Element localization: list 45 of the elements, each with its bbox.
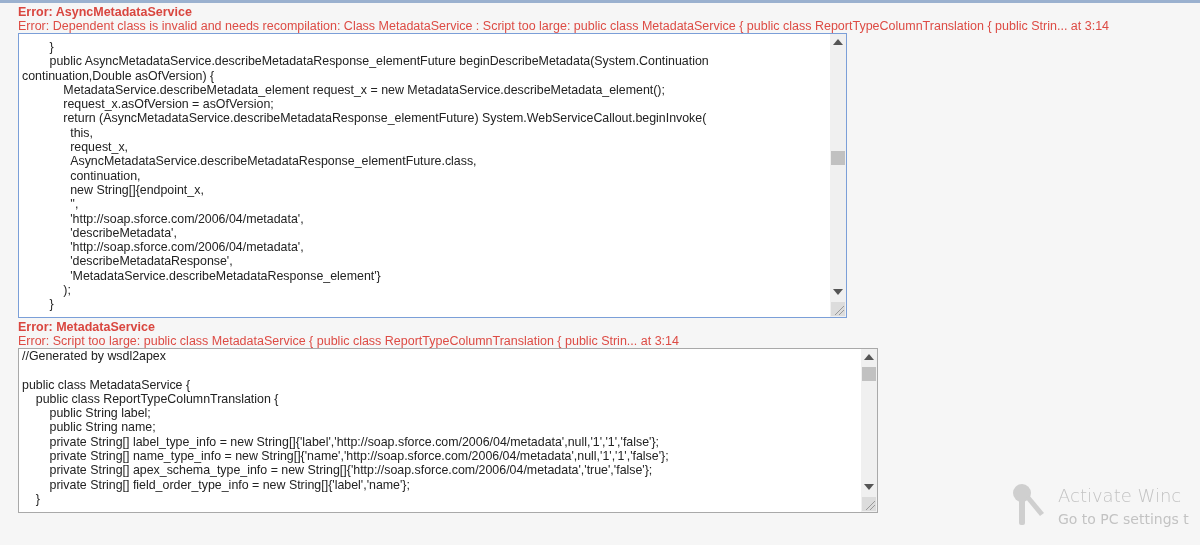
code-line: ); <box>62 283 72 298</box>
code-line: private String[] apex_schema_type_info = new String[]{'http://soap.sforce.com/2006/04/metadata','true','false'}; <box>48 463 654 478</box>
code-line: private String[] field_order_type_info = new String[]{'label','name'}; <box>48 477 411 492</box>
code-line: } <box>34 491 41 507</box>
scroll-down-icon[interactable] <box>833 289 843 295</box>
code-line: continuation,Double asOfVersion) { <box>22 68 216 83</box>
scroll-thumb[interactable] <box>831 151 845 165</box>
code-line: AsyncMetadataService.describeMetadataResponse_elementFuture.class, <box>69 154 478 169</box>
scroll-down-icon[interactable] <box>864 484 874 490</box>
code-line: public String name; <box>48 420 157 435</box>
code-line: 'http://soap.sforce.com/2006/04/metadata', <box>69 211 305 226</box>
code-line: 'describeMetadataResponse', <box>69 254 234 269</box>
code-line: private String[] name_type_info = new String[]{'name','http://soap.sforce.com/2006/04/metadata',null,'1','1','false'}; <box>48 449 670 464</box>
code-line: MetadataService.describeMetadata_element request_x = new MetadataService.describeMetadata_element(); <box>62 82 666 98</box>
code-line: } <box>48 297 55 312</box>
error-message: Error: Script too large: public class MetadataService { public class ReportTypeColumnTranslation { public Strin... at 3:14 <box>18 334 680 348</box>
code-line: request_x.asOfVersion = asOfVersion; <box>62 97 275 112</box>
code-line: 'describeMetadata', <box>69 225 177 241</box>
code-line: 'http://soap.sforce.com/2006/04/metadata', <box>69 240 305 255</box>
code-line: return (AsyncMetadataService.describeMetadataResponse_elementFuture) System.WebServiceCallout.beginInvoke( <box>62 111 708 126</box>
code-line: public AsyncMetadataService.describeMetadataResponse_elementFuture beginDescribeMetadata(System.Continuation <box>48 54 710 69</box>
scroll-up-icon[interactable] <box>833 39 843 45</box>
code-line: continuation, <box>69 168 142 183</box>
code-line: //Generated by wsdl2apex <box>22 349 167 364</box>
resize-grip-icon[interactable] <box>831 302 845 316</box>
code-line: private String[] label_type_info = new String[]{'label','http://soap.sforce.com/2006/04/metadata',null,'1','1','false'}; <box>48 434 661 450</box>
code-line: request_x, <box>69 140 130 155</box>
code-line: } <box>48 40 55 55</box>
code-line: '', <box>69 197 80 212</box>
error-message: Error: Dependent class is invalid and needs recompilation: Class MetadataService : Script too large: public class MetadataService { public class ReportTypeColumnTranslation { public Strin... at 3:14 <box>18 19 1111 33</box>
code-editor[interactable] <box>18 348 878 513</box>
code-line: new String[]{endpoint_x, <box>69 182 205 198</box>
code-line: public String label; <box>48 406 152 421</box>
code-line: public class ReportTypeColumnTranslation { <box>35 391 280 407</box>
scroll-up-icon[interactable] <box>864 354 874 360</box>
error-title: Error: AsyncMetadataService <box>18 5 193 19</box>
code-line: 'MetadataService.describeMetadataResponse_element'} <box>69 268 382 284</box>
scrollbar[interactable] <box>830 34 846 317</box>
resize-grip-icon[interactable] <box>862 497 876 511</box>
code-editor[interactable] <box>18 33 847 318</box>
scroll-thumb[interactable] <box>862 367 876 381</box>
scrollbar[interactable] <box>861 349 877 512</box>
error-title: Error: MetadataService <box>18 320 156 334</box>
code-line: public class MetadataService { <box>22 377 192 392</box>
code-line: this, <box>69 125 94 141</box>
